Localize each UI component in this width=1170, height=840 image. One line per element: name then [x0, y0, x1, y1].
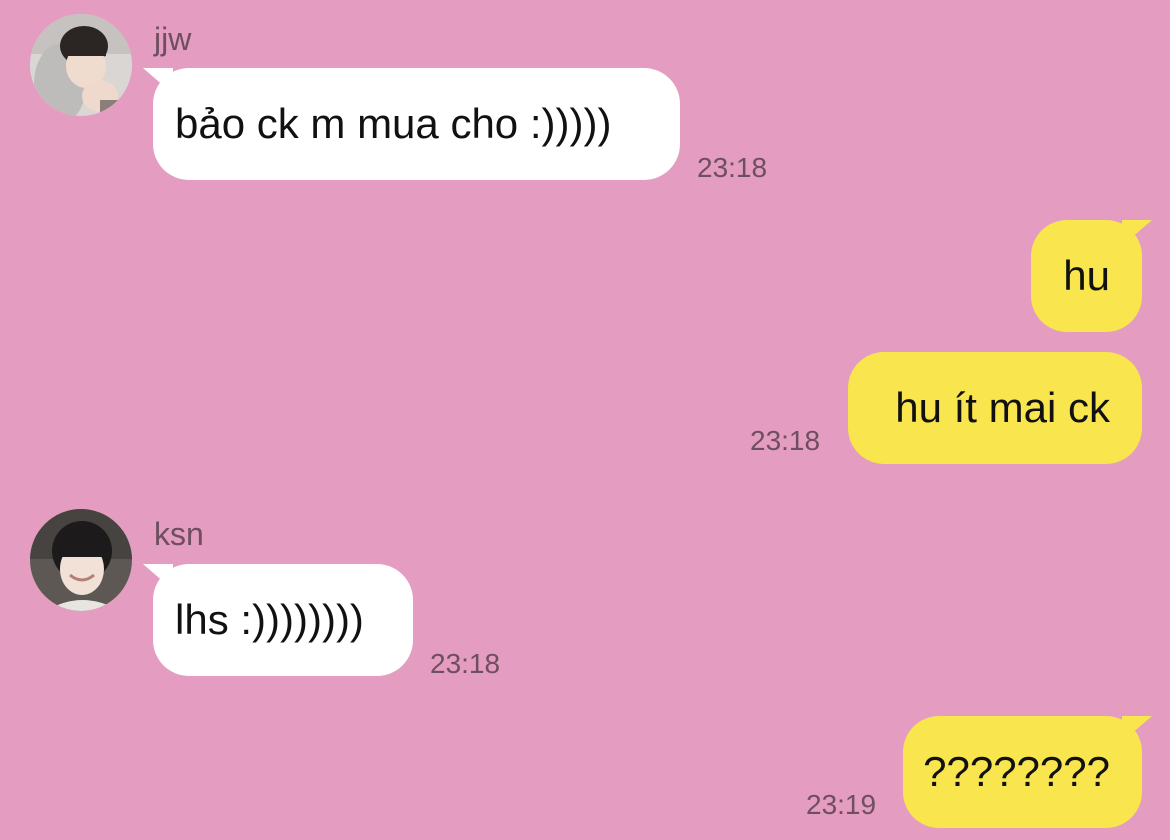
sender-name: jjw	[154, 21, 192, 57]
bubble-tail	[1122, 220, 1152, 246]
message-bubble[interactable]: hu ít mai ck	[848, 352, 1142, 464]
message-timestamp: 23:18	[750, 425, 821, 456]
message-timestamp: 23:19	[806, 789, 877, 820]
message-bubble[interactable]: hu	[1031, 220, 1152, 332]
message-bubble[interactable]: bảo ck m mua cho :)))))	[143, 68, 680, 180]
message-text: bảo ck m mua cho :)))))	[175, 100, 612, 147]
chat-message-area[interactable]: jjw bảo ck m mua cho :))))) 23:18 hu 23:…	[0, 0, 1170, 840]
avatar-ksn[interactable]	[30, 509, 132, 611]
bubble-tail	[143, 68, 173, 94]
message-text: lhs :))))))))	[175, 596, 364, 643]
person-in-gray-hoodie-photo-icon	[30, 14, 132, 116]
message-text: hu	[1063, 252, 1110, 299]
message-timestamp: 23:18	[430, 648, 501, 679]
message-bubble[interactable]: lhs :))))))))	[143, 564, 413, 676]
smiling-person-photo-icon	[30, 509, 132, 611]
message-text: hu ít mai ck	[895, 384, 1110, 431]
sender-name: ksn	[154, 516, 204, 552]
message-timestamp: 23:18	[697, 152, 768, 183]
avatar-jjw[interactable]	[30, 14, 132, 116]
message-bubble[interactable]: ????????	[903, 716, 1152, 828]
message-text: ????????	[923, 748, 1110, 795]
bubble-tail	[143, 564, 173, 590]
bubble-tail	[1122, 716, 1152, 742]
